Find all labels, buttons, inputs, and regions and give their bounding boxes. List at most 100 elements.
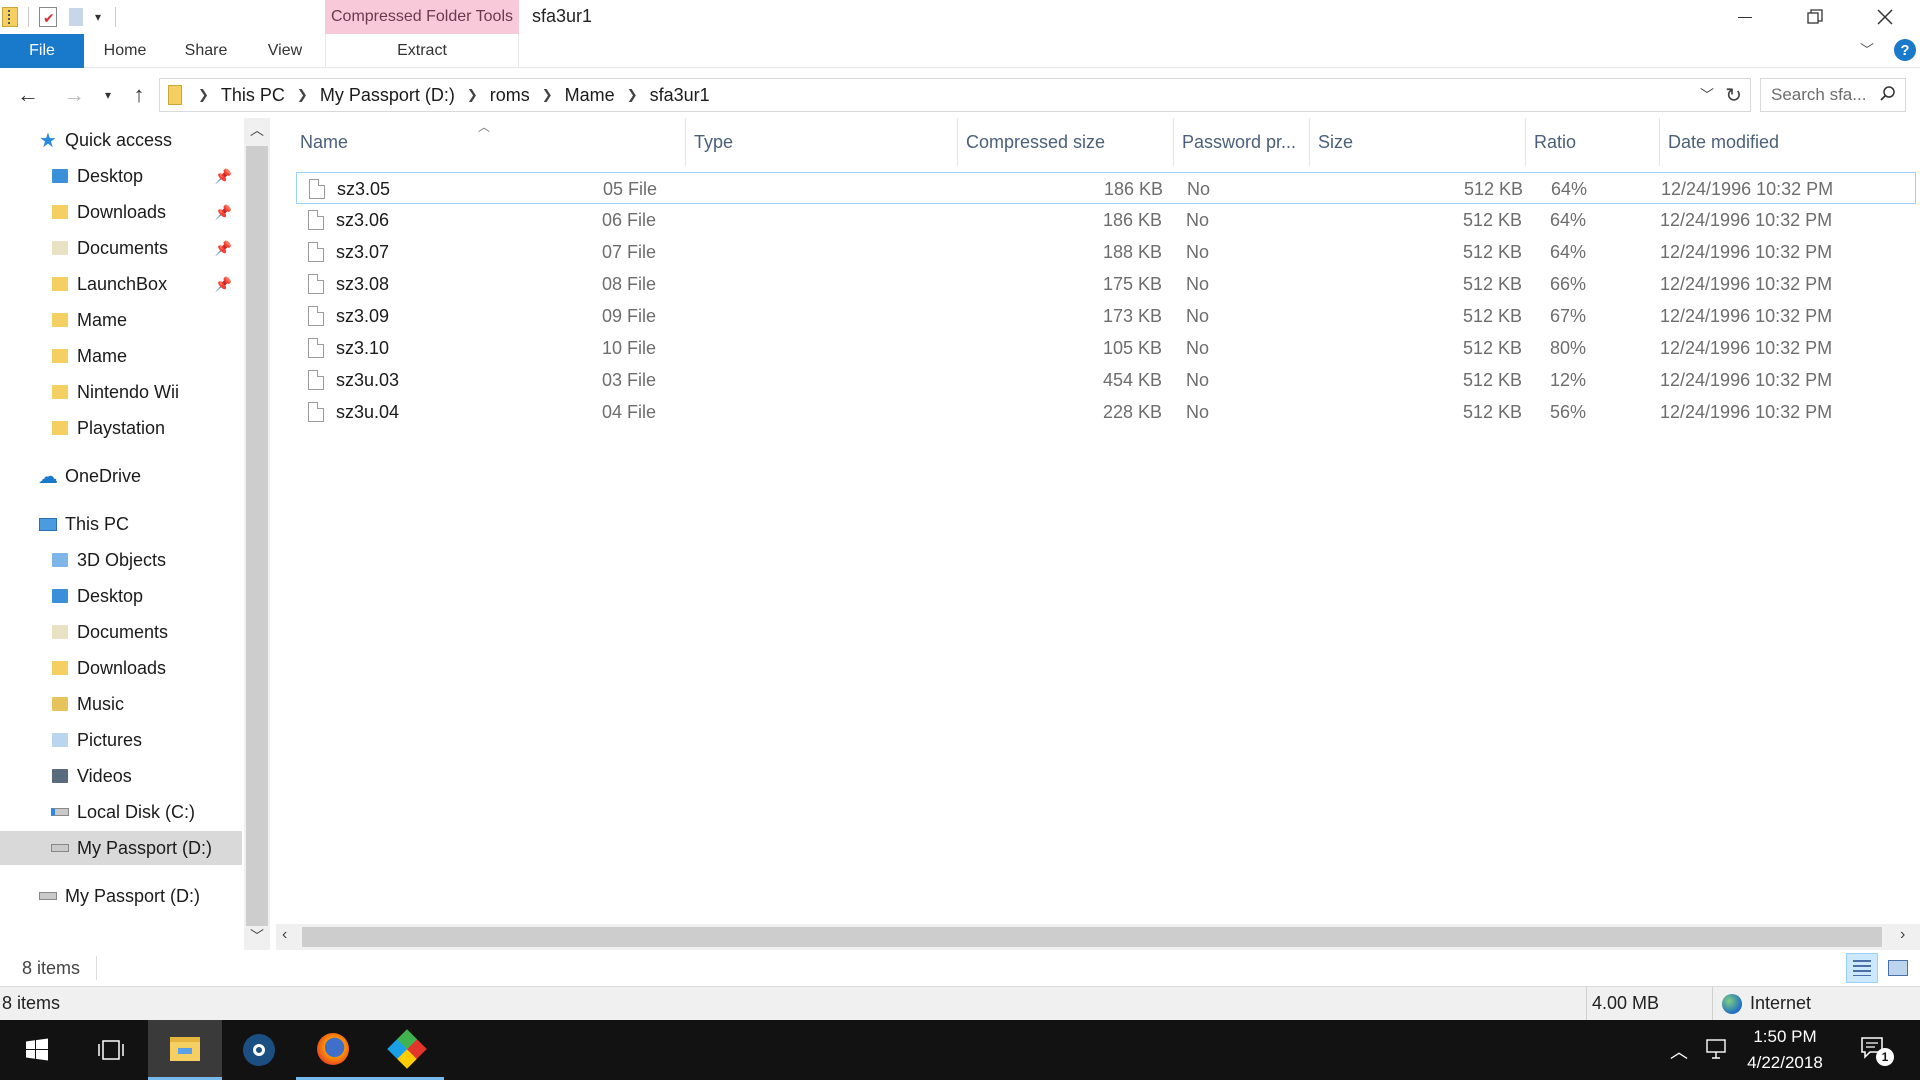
file-type: 06 File [602, 209, 657, 230]
qat-dropdown-icon[interactable]: ▾ [95, 10, 101, 24]
properties-icon[interactable]: ✔ [39, 7, 57, 27]
restore-button[interactable] [1780, 0, 1850, 34]
pin-icon[interactable]: 📌 [215, 168, 232, 185]
nav-pc-desktop[interactable]: Desktop [0, 579, 242, 613]
search-input[interactable]: Search sfa... [1760, 78, 1906, 112]
up-button[interactable]: ↑ [124, 80, 154, 110]
scroll-thumb[interactable] [302, 927, 1882, 947]
file-row[interactable]: sz3.06 06 File 186 KB No 512 KB 64% 12/24/1996… [296, 204, 1916, 236]
file-row[interactable]: sz3.09 09 File 173 KB No 512 KB 67% 12/24/1996… [296, 300, 1916, 332]
nav-pc-pictures[interactable]: Pictures [0, 723, 242, 757]
nav-onedrive[interactable]: ☁ OneDrive [0, 459, 242, 493]
task-view-button[interactable] [74, 1020, 148, 1080]
file-name-cell: sz3.08 [308, 268, 608, 300]
computer-icon [38, 514, 58, 534]
taskbar-steam[interactable] [222, 1020, 296, 1080]
scroll-left-icon[interactable]: ‹ [282, 926, 287, 944]
nav-quick-documents[interactable]: Documents 📌 [0, 231, 242, 265]
scroll-right-icon[interactable]: › [1900, 926, 1905, 944]
nav-pc-3d-objects[interactable]: 3D Objects [0, 543, 242, 577]
nav-quick-mame-2[interactable]: Mame [0, 339, 242, 373]
file-name-cell: sz3.05 [309, 173, 609, 205]
documents-folder-icon [50, 622, 70, 642]
tab-view[interactable]: View [250, 34, 320, 68]
column-header-date-modified[interactable]: Date modified [1660, 118, 1900, 166]
recent-locations-button[interactable]: ▾ [98, 80, 118, 110]
taskbar-clock[interactable]: 1:50 PM 4/22/2018 [1730, 1024, 1840, 1076]
minimize-icon [1738, 16, 1752, 18]
pin-icon[interactable]: 📌 [215, 276, 232, 293]
breadcrumb-this-pc[interactable]: This PC [221, 85, 285, 106]
tab-extract[interactable]: Extract [325, 34, 519, 68]
breadcrumb-my-passport[interactable]: My Passport (D:) [320, 85, 455, 106]
file-row[interactable]: sz3.07 07 File 188 KB No 512 KB 64% 12/24/1996… [296, 236, 1916, 268]
breadcrumb-separator-icon: ❯ [296, 87, 308, 102]
nav-pc-documents[interactable]: Documents [0, 615, 242, 649]
expand-ribbon-icon[interactable]: ﹀ [1860, 40, 1874, 60]
scroll-down-icon[interactable]: ﹀ [250, 926, 264, 946]
file-row[interactable]: sz3u.04 04 File 228 KB No 512 KB 56% 12/24/199… [296, 396, 1916, 428]
nav-drive-my-passport[interactable]: My Passport (D:) [0, 879, 242, 913]
column-header-compressed-size[interactable]: Compressed size [958, 118, 1174, 166]
address-bar[interactable]: ❯ This PC ❯ My Passport (D:) ❯ roms ❯ Ma… [159, 78, 1751, 112]
help-icon[interactable]: ? [1894, 39, 1916, 61]
file-row[interactable]: sz3.08 08 File 175 KB No 512 KB 66% 12/24/1996… [296, 268, 1916, 300]
file-compressed-size: 186 KB [1103, 178, 1163, 199]
file-row[interactable]: sz3u.03 03 File 454 KB No 512 KB 12% 12/24/199… [296, 364, 1916, 396]
nav-pc-local-disk[interactable]: Local Disk (C:) [0, 795, 242, 829]
nav-this-pc[interactable]: This PC [0, 507, 242, 541]
close-button[interactable] [1850, 0, 1920, 34]
nav-pc-music[interactable]: Music [0, 687, 242, 721]
nav-quick-downloads[interactable]: Downloads 📌 [0, 195, 242, 229]
breadcrumb-sfa3ur1[interactable]: sfa3ur1 [650, 85, 710, 106]
nav-pc-my-passport[interactable]: My Passport (D:) [0, 831, 242, 865]
nav-quick-nintendo-wii[interactable]: Nintendo Wii [0, 375, 242, 409]
nav-vertical-scrollbar[interactable]: ︿ ﹀ [244, 118, 270, 950]
scroll-thumb[interactable] [246, 146, 268, 926]
nav-pc-downloads[interactable]: Downloads [0, 651, 242, 685]
taskbar-file-explorer[interactable] [148, 1020, 222, 1080]
nav-quick-desktop[interactable]: Desktop 📌 [0, 159, 242, 193]
scroll-up-icon[interactable]: ︿ [250, 120, 264, 140]
address-dropdown-icon[interactable]: ﹀ [1700, 85, 1714, 105]
file-compressed-size-cell: 175 KB [812, 268, 1162, 300]
taskbar-firefox[interactable] [296, 1020, 370, 1080]
search-placeholder: Search sfa... [1771, 85, 1867, 104]
file-type: 08 File [602, 273, 657, 294]
file-icon [309, 179, 325, 199]
action-center-button[interactable]: 1 [1856, 1034, 1896, 1066]
large-icons-view-button[interactable] [1882, 953, 1914, 983]
details-view-button[interactable] [1846, 953, 1878, 983]
refresh-icon[interactable]: ↻ [1725, 83, 1742, 108]
clock-time: 1:50 PM [1753, 1027, 1817, 1046]
taskbar-launchbox[interactable] [370, 1020, 444, 1080]
task-view-icon [98, 1040, 124, 1060]
file-list-horizontal-scrollbar[interactable]: ‹ › [276, 924, 1920, 950]
file-row[interactable]: sz3.05 05 File 186 KB No 512 KB 64% 12/24/1996… [296, 172, 1916, 204]
nav-quick-launchbox[interactable]: LaunchBox 📌 [0, 267, 242, 301]
nav-quick-playstation[interactable]: Playstation [0, 411, 242, 445]
pin-icon[interactable]: 📌 [215, 204, 232, 221]
breadcrumb-roms[interactable]: roms [490, 85, 530, 106]
start-button[interactable] [0, 1020, 74, 1080]
back-button[interactable]: ← [12, 80, 44, 110]
show-hidden-icons-icon[interactable]: ︿ [1670, 1038, 1688, 1064]
minimize-button[interactable] [1710, 0, 1780, 34]
tab-file[interactable]: File [0, 34, 84, 68]
file-row[interactable]: sz3.10 10 File 105 KB No 512 KB 80% 12/24/1996… [296, 332, 1916, 364]
column-header-password-protected[interactable]: Password pr... [1174, 118, 1310, 166]
forward-button[interactable]: → [58, 80, 90, 110]
column-header-type[interactable]: Type [686, 118, 958, 166]
nav-quick-mame[interactable]: Mame [0, 303, 242, 337]
nav-quick-access[interactable]: ★ Quick access [0, 123, 242, 157]
tab-home[interactable]: Home [90, 34, 160, 68]
column-header-ratio[interactable]: Ratio [1526, 118, 1660, 166]
new-folder-icon[interactable] [69, 8, 83, 26]
column-header-name[interactable]: Name [292, 118, 686, 166]
nav-pc-videos[interactable]: Videos [0, 759, 242, 793]
network-icon[interactable] [1704, 1038, 1728, 1065]
tab-share[interactable]: Share [170, 34, 242, 68]
breadcrumb-mame[interactable]: Mame [565, 85, 615, 106]
pin-icon[interactable]: 📌 [215, 240, 232, 257]
column-header-size[interactable]: Size [1310, 118, 1526, 166]
